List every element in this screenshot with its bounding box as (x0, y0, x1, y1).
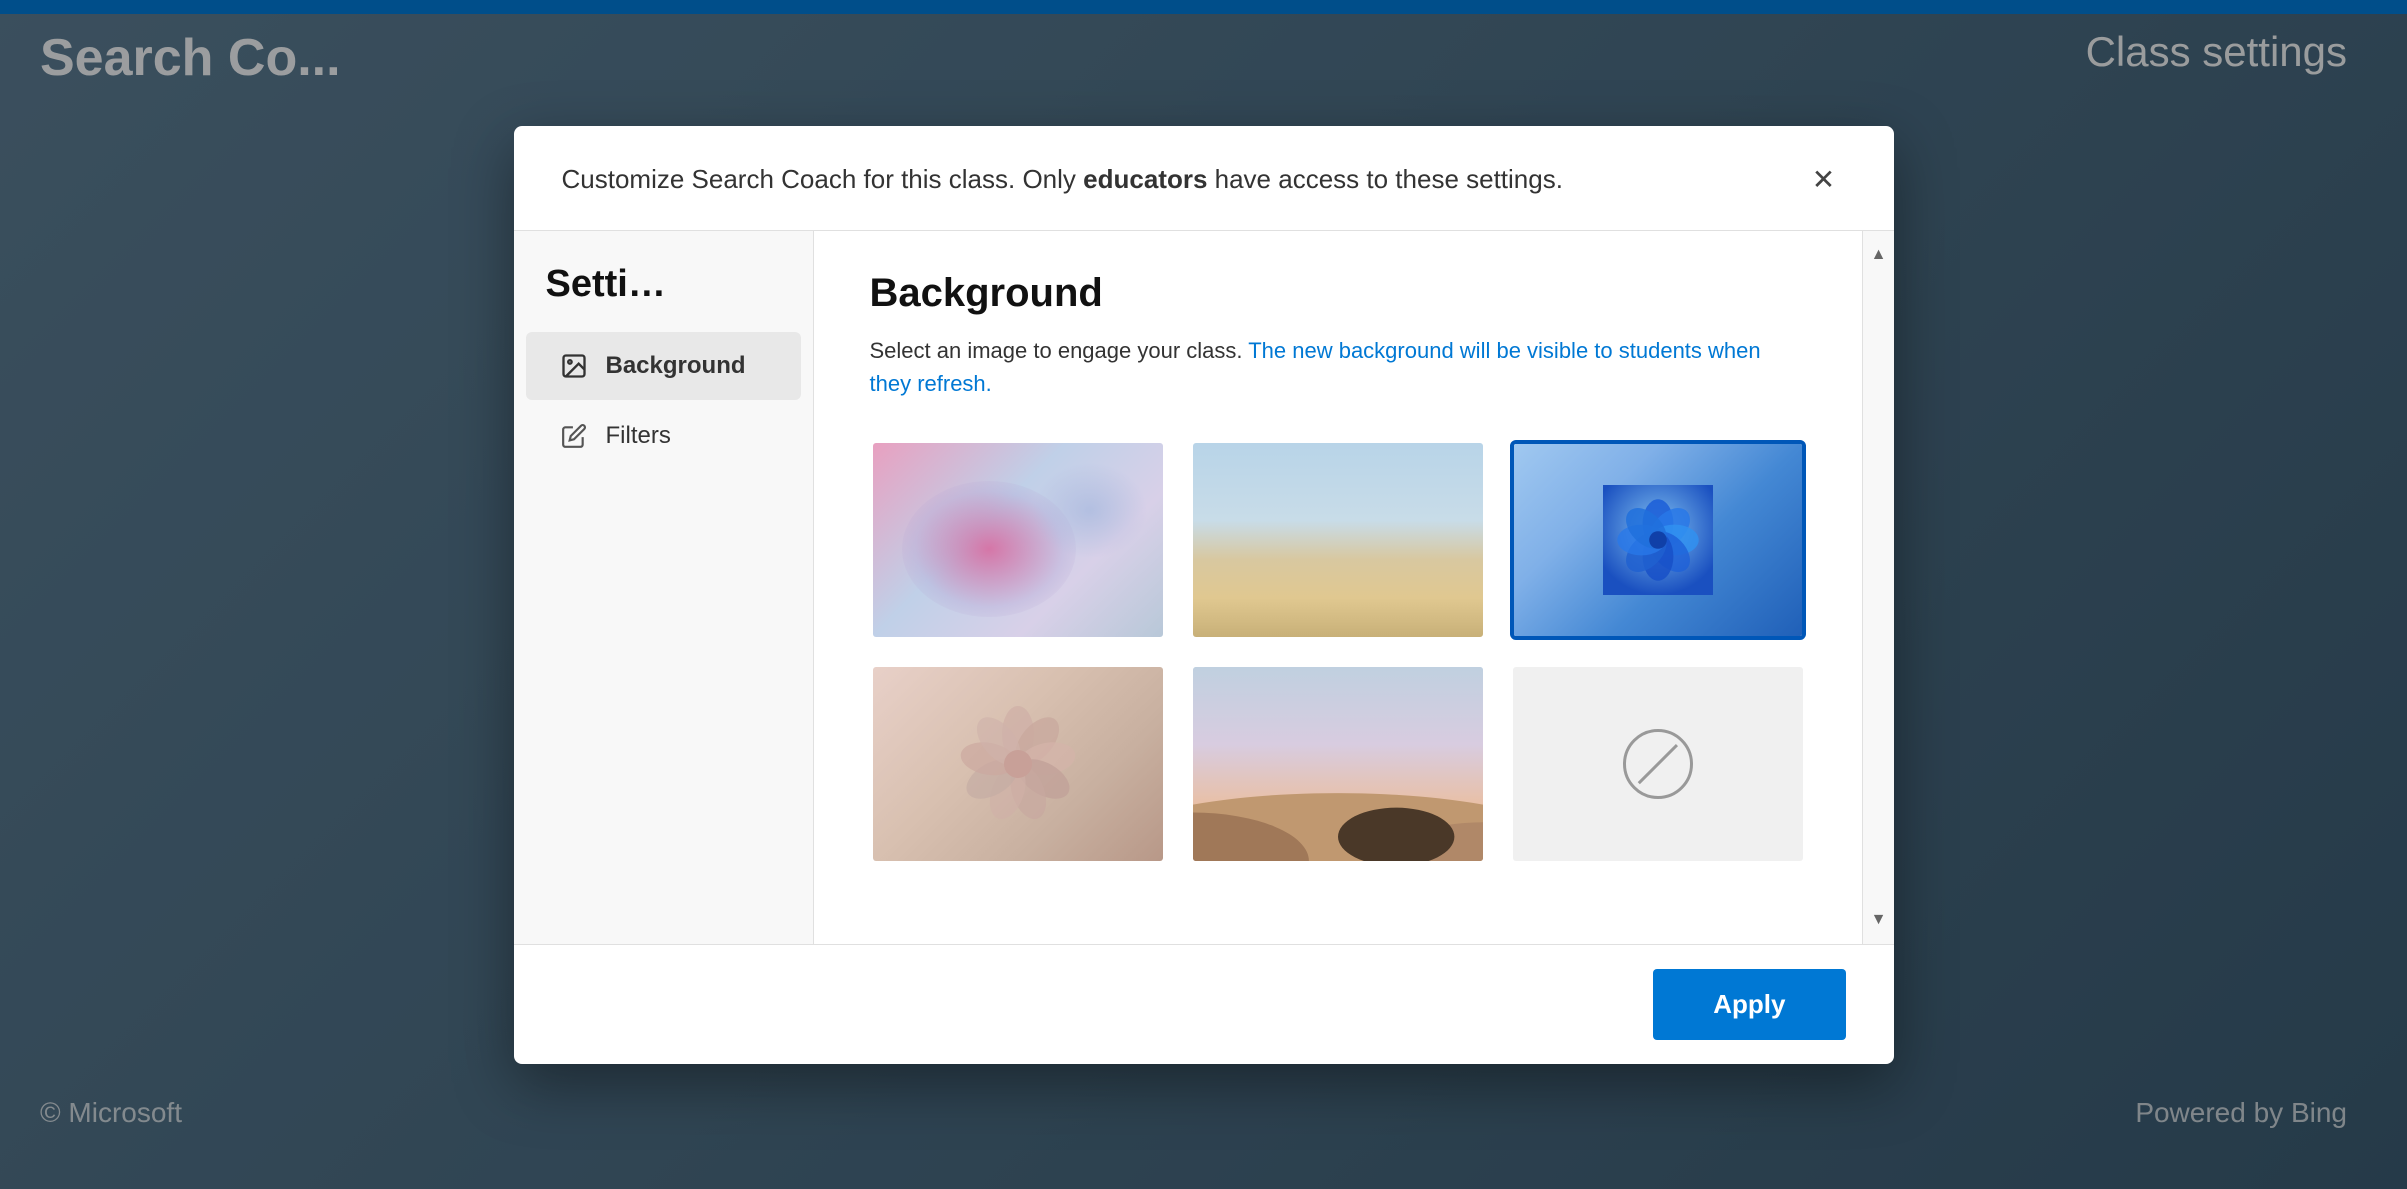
desert-sunset-image (1193, 667, 1483, 861)
header-text-start: Customize Search Coach for this class. O… (562, 164, 1084, 194)
desert-day-image (1193, 443, 1483, 637)
flower-image (873, 667, 1163, 861)
content-description: Select an image to engage your class. Th… (870, 334, 1806, 400)
content-scroll-area[interactable]: Background Select an image to engage you… (814, 231, 1862, 944)
no-background-image (1513, 667, 1803, 861)
sidebar-title: Setti… (514, 255, 813, 330)
background-option-1[interactable] (870, 440, 1166, 640)
background-option-4[interactable] (870, 664, 1166, 864)
sidebar-item-background[interactable]: Background (526, 332, 801, 400)
scroll-up-arrow[interactable]: ▲ (1863, 239, 1894, 271)
close-icon: ✕ (1812, 163, 1835, 196)
background-option-5[interactable] (1190, 664, 1486, 864)
sidebar-background-label: Background (606, 352, 746, 380)
windows11-image (1514, 444, 1802, 636)
dialog-body: Setti… Background (514, 231, 1894, 944)
dialog-header: Customize Search Coach for this class. O… (514, 126, 1894, 231)
sidebar-filters-label: Filters (606, 422, 671, 450)
content-title: Background (870, 271, 1806, 316)
dialog-header-text: Customize Search Coach for this class. O… (562, 161, 1563, 197)
scroll-down-arrow[interactable]: ▼ (1863, 904, 1894, 936)
main-content: Background Select an image to engage you… (814, 231, 1862, 944)
apply-button[interactable]: Apply (1653, 969, 1845, 1040)
image-icon (558, 350, 590, 382)
image-grid (870, 440, 1806, 864)
settings-dialog: Customize Search Coach for this class. O… (514, 126, 1894, 1064)
background-option-none[interactable] (1510, 664, 1806, 864)
scroll-arrows-panel: ▲ ▼ (1862, 231, 1894, 944)
dialog-footer: Apply (514, 944, 1894, 1064)
header-text-end: have access to these settings. (1215, 164, 1563, 194)
description-start: Select an image to engage your class. (870, 338, 1249, 363)
header-text-bold: educators (1083, 164, 1207, 194)
none-icon (1623, 729, 1693, 799)
background-option-2[interactable] (1190, 440, 1486, 640)
close-button[interactable]: ✕ (1802, 158, 1846, 202)
background-option-3[interactable] (1510, 440, 1806, 640)
pencil-icon (558, 420, 590, 452)
abstract-pink-image (873, 443, 1163, 637)
sidebar-item-filters[interactable]: Filters (526, 402, 801, 470)
sidebar: Setti… Background (514, 231, 814, 944)
